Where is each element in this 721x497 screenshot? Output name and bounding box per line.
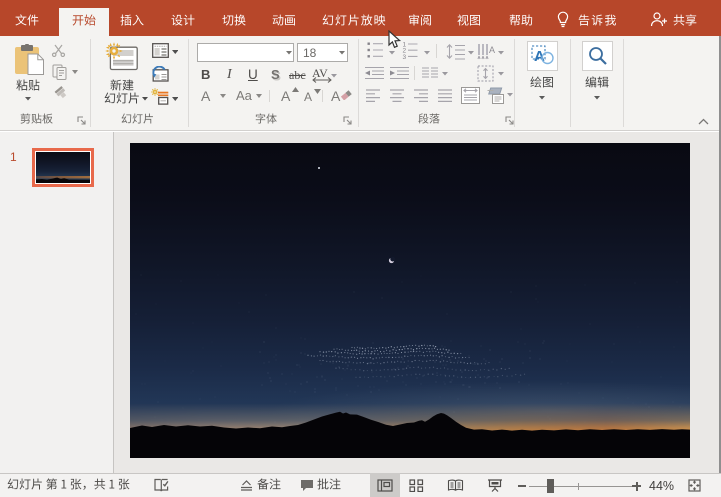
svg-text:3: 3 bbox=[403, 54, 407, 59]
svg-text:A: A bbox=[489, 45, 495, 55]
